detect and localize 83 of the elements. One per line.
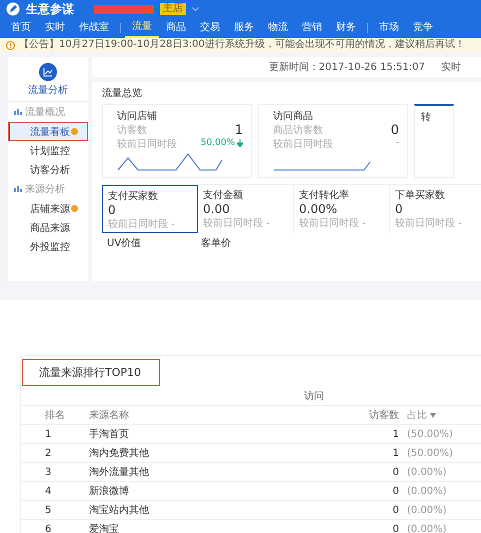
metric-label: 客单价	[201, 236, 232, 250]
table-cell: 手淘首页	[85, 424, 289, 444]
table-cell: 6	[21, 520, 85, 533]
metric-label: 访客数	[117, 124, 148, 137]
table-cell: 1	[289, 424, 403, 444]
group-label: 流量概况	[25, 106, 65, 119]
sidebar-item[interactable]: 访客分析	[8, 160, 88, 179]
column-group-header: 访问	[21, 387, 481, 406]
sidebar-item[interactable]: 流量看板	[8, 122, 88, 141]
table-cell: 3	[21, 462, 85, 482]
table-cell: 5	[21, 500, 85, 520]
sidebar-item[interactable]: 店铺来源	[8, 199, 88, 218]
metric-value: 1	[234, 123, 243, 138]
sort-icon[interactable]	[430, 413, 436, 418]
column-header[interactable]: 排名	[21, 406, 85, 424]
metric-tile[interactable]: 下单买家数 0 较前日同时段 -	[390, 185, 481, 233]
table-cell: (0.00%)	[403, 500, 481, 520]
caret-icon[interactable]	[192, 6, 199, 12]
table-cell: 1	[21, 424, 85, 444]
sidebar-item[interactable]: 计划监控	[8, 141, 88, 160]
nav-tab[interactable]: 作战室	[72, 18, 116, 38]
nav-tab[interactable]: 财务	[329, 18, 363, 38]
table-cell: 0	[289, 500, 403, 520]
warning-icon	[6, 41, 15, 50]
table-cell: 0	[289, 482, 403, 500]
stat-card[interactable]: 访问商品 商品访客数 较前日同时段 0 -	[258, 104, 408, 178]
table-cell: (0.00%)	[403, 520, 481, 533]
nav-tab[interactable]: 竞争	[406, 18, 440, 38]
metric-tile[interactable]: 支付转化率 0.00% 较前日同时段 -	[294, 185, 390, 233]
table-cell: 新浪微博	[85, 482, 289, 500]
nav-tab[interactable]: 商品	[159, 18, 193, 38]
sidebar-item[interactable]: 外投监控	[8, 237, 88, 256]
table-cell: 4	[21, 482, 85, 500]
group-label: 来源分析	[25, 182, 65, 196]
table-cell: 0	[289, 520, 403, 533]
notice-text: 【公告】10月27日19:00-10月28日3:00进行系统升级，可能会出现不可用的情况，建议稍后再试！	[19, 39, 465, 51]
column-header[interactable]: 占比	[403, 406, 481, 424]
nav-tab[interactable]: 实时	[38, 18, 72, 38]
card-title: 转	[421, 111, 432, 124]
app-title: 生意参谋	[26, 0, 74, 18]
metric-tile[interactable]: 支付买家数 0 较前日同时段 -	[102, 185, 198, 233]
metric-label: 商品访客数	[273, 124, 324, 137]
metric-value: 0	[390, 123, 399, 138]
change-value: -	[396, 138, 399, 148]
table-cell: 0	[289, 462, 403, 482]
table-cell: 淘内免费其他	[85, 444, 289, 462]
section-title: 流量总览	[102, 86, 143, 100]
table-cell: 淘外流量其他	[85, 462, 289, 482]
column-header[interactable]: 访客数	[289, 406, 403, 424]
chart-icon	[39, 63, 57, 81]
shop-badge: 主店	[160, 3, 186, 15]
metric-tile[interactable]: 支付金额 0.00 较前日同时段 -	[198, 185, 294, 233]
column-header[interactable]: 来源名称	[85, 406, 289, 424]
table-cell: 爱淘宝	[85, 520, 289, 533]
card-title: 访问店铺	[117, 110, 158, 123]
nav-tab[interactable]: 物流	[261, 18, 295, 38]
nav-tab[interactable]: 交易	[193, 18, 227, 38]
bar-chart-icon	[14, 185, 22, 193]
section-title: 流量来源排行TOP10	[23, 360, 160, 385]
table-cell: (50.00%)	[403, 424, 481, 444]
compare-label: 较前日同时段	[273, 138, 333, 151]
update-time: 更新时间：2017-10-26 15:51:07	[268, 60, 425, 74]
nav-tab[interactable]: 服务	[227, 18, 261, 38]
nav-tab[interactable]: 市场	[372, 18, 406, 38]
table-cell: (0.00%)	[403, 482, 481, 500]
table-cell: (50.00%)	[403, 444, 481, 462]
table-cell: 淘宝站内其他	[85, 500, 289, 520]
bar-chart-icon	[14, 108, 22, 116]
stat-card[interactable]: 转	[414, 104, 454, 178]
card-title: 访问商品	[273, 110, 314, 123]
metric-label: UV价值	[107, 237, 142, 250]
nav-tab[interactable]: 营销	[295, 18, 329, 38]
compare-label: 较前日同时段	[117, 138, 177, 151]
nav-tab[interactable]: 首页	[4, 18, 38, 38]
sidebar-item[interactable]: 商品来源	[8, 218, 88, 237]
sidebar-title: 流量分析	[28, 84, 68, 97]
change-value: 50.00%	[200, 138, 235, 148]
table-cell: 2	[21, 444, 85, 462]
redacted-block	[94, 4, 154, 14]
table-cell: (0.00%)	[403, 462, 481, 482]
stat-card[interactable]: 访问店铺 访客数 较前日同时段 1 50.00%	[102, 104, 252, 178]
mode-dropdown[interactable]: 实时	[441, 60, 461, 74]
table-cell: 1	[289, 444, 403, 462]
